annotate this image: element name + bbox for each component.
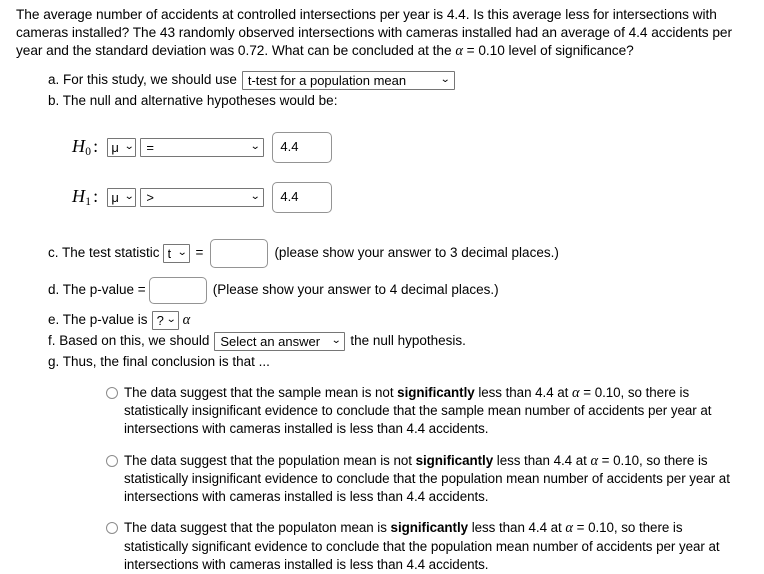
radio-button-icon[interactable]	[106, 454, 118, 467]
chevron-down-icon: ⌄	[249, 141, 261, 153]
option-2-part1: The data suggest that the population mea…	[124, 452, 416, 468]
h1-parameter-value: μ	[111, 189, 119, 205]
h0-name: H	[72, 136, 86, 157]
part-c-note: (please show your answer to 3 decimal pl…	[274, 245, 559, 261]
alpha-symbol: α	[455, 43, 463, 60]
h0-operator-select[interactable]: = ⌄	[140, 137, 265, 157]
chevron-down-icon: ⌄	[330, 335, 342, 347]
chevron-down-icon: ⌄	[249, 191, 261, 203]
p-value-comparison-select[interactable]: ? ⌄	[151, 310, 179, 330]
radio-button-icon[interactable]	[106, 386, 118, 399]
test-statistic-input[interactable]	[210, 238, 269, 268]
option-1-part1: The data suggest that the sample mean is…	[124, 384, 398, 400]
h1-operator-value: >	[146, 189, 154, 205]
part-c-equals: =	[195, 245, 204, 261]
part-c-label: c. The test statistic	[48, 245, 160, 261]
null-hypothesis-row: H0: μ ⌄ = ⌄ 4.4	[72, 131, 734, 163]
part-e-alpha-symbol: α	[182, 312, 191, 329]
option-3-part2: less than 4.4 at	[468, 520, 566, 536]
h0-parameter-value: μ	[111, 139, 119, 155]
option-3-part1: The data suggest that the populaton mean…	[124, 520, 391, 536]
part-a-label: a. For this study, we should use	[48, 72, 237, 88]
conclusion-option-3-text: The data suggest that the populaton mean…	[124, 519, 734, 574]
question-parts: a. For this study, we should use t-test …	[48, 70, 734, 574]
conclusion-option-1[interactable]: The data suggest that the sample mean is…	[106, 384, 734, 439]
part-f-label-after: the null hypothesis.	[350, 333, 466, 349]
question-page: The average number of accidents at contr…	[0, 0, 764, 572]
part-e-label: e. The p-value is	[48, 312, 148, 328]
option-1-alpha-symbol: α	[572, 384, 580, 401]
conclusion-options: The data suggest that the sample mean is…	[106, 384, 734, 574]
p-value-comparison-value: ?	[156, 312, 164, 328]
h1-label: H1:	[72, 185, 98, 209]
option-1-part2: less than 4.4 at	[474, 384, 573, 400]
option-2-part2: less than 4.4 at	[493, 452, 591, 468]
part-f: f. Based on this, we should Select an an…	[48, 331, 734, 351]
test-statistic-value: t	[167, 245, 172, 261]
conclusion-option-2-text: The data suggest that the population mea…	[124, 452, 734, 507]
alternative-hypothesis-row: H1: μ ⌄ > ⌄ 4.4	[72, 181, 734, 213]
chevron-down-icon: ⌄	[440, 74, 451, 86]
part-f-label-before: f. Based on this, we should	[48, 333, 210, 349]
part-d-label: d. The p-value =	[48, 282, 146, 298]
h1-value-input[interactable]: 4.4	[272, 181, 333, 213]
option-1-bold: significantly	[397, 384, 475, 400]
option-3-alpha-symbol: α	[565, 520, 573, 537]
h0-colon: :	[93, 136, 99, 157]
conclusion-option-3[interactable]: The data suggest that the populaton mean…	[106, 519, 734, 574]
h0-subscript: 0	[85, 146, 92, 159]
h0-value: 4.4	[280, 139, 299, 155]
part-d-note: (Please show your answer to 4 decimal pl…	[212, 282, 499, 298]
h1-name: H	[72, 186, 86, 207]
decision-select[interactable]: Select an answer ⌄	[214, 331, 346, 351]
test-statistic-select[interactable]: t ⌄	[162, 243, 190, 263]
h0-operator-value: =	[146, 139, 154, 155]
question-prompt: The average number of accidents at contr…	[16, 6, 734, 61]
conclusion-option-2[interactable]: The data suggest that the population mea…	[106, 452, 734, 507]
h0-value-input[interactable]: 4.4	[272, 131, 333, 163]
part-b-label: b. The null and alternative hypotheses w…	[48, 92, 338, 108]
h0-label: H0:	[72, 135, 98, 159]
p-value-input[interactable]	[148, 276, 207, 304]
part-g-label: g. Thus, the final conclusion is that ..…	[48, 353, 270, 369]
method-select[interactable]: t-test for a population mean ⌄	[241, 70, 455, 90]
option-2-bold: significantly	[415, 452, 494, 468]
part-g: g. Thus, the final conclusion is that ..…	[48, 353, 734, 371]
prompt-text-part2: = 0.10 level of significance?	[462, 43, 634, 59]
chevron-down-icon: ⌄	[177, 247, 188, 259]
part-a: a. For this study, we should use t-test …	[48, 70, 734, 90]
part-d: d. The p-value = (Please show your answe…	[48, 276, 734, 304]
h1-colon: :	[93, 186, 99, 207]
option-3-bold: significantly	[390, 520, 469, 536]
chevron-down-icon: ⌄	[166, 314, 177, 326]
chevron-down-icon: ⌄	[123, 141, 135, 153]
method-select-value: t-test for a population mean	[247, 72, 407, 88]
option-2-alpha-symbol: α	[590, 452, 599, 469]
h0-parameter-select[interactable]: μ ⌄	[107, 137, 137, 157]
part-b: b. The null and alternative hypotheses w…	[48, 92, 734, 110]
conclusion-option-1-text: The data suggest that the sample mean is…	[124, 384, 734, 439]
h1-subscript: 1	[85, 196, 92, 209]
radio-button-icon[interactable]	[106, 522, 118, 535]
decision-select-value: Select an answer	[220, 333, 321, 349]
part-e: e. The p-value is ? ⌄ α	[48, 310, 734, 330]
chevron-down-icon: ⌄	[123, 191, 135, 203]
h1-value: 4.4	[280, 189, 299, 205]
h1-operator-select[interactable]: > ⌄	[140, 187, 265, 207]
part-c: c. The test statistic t ⌄ = (please show…	[48, 238, 734, 268]
h1-parameter-select[interactable]: μ ⌄	[107, 187, 137, 207]
